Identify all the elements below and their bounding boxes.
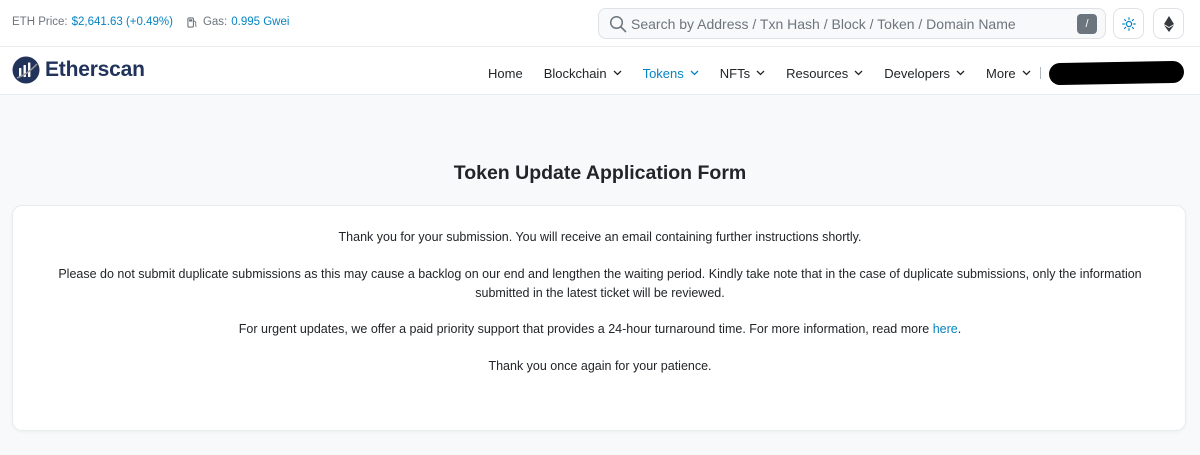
chevron-down-icon	[613, 70, 622, 76]
thank-you-message: Thank you once again for your patience.	[488, 359, 712, 373]
duplicate-warning-message: Please do not submit duplicate submissio…	[43, 265, 1157, 303]
eth-price-label: ETH Price:	[12, 16, 68, 28]
nav-item-label: Resources	[786, 65, 849, 81]
gas-stat: Gas: 0.995 Gwei	[187, 16, 289, 28]
theme-toggle-button[interactable]	[1113, 8, 1144, 39]
network-select-button[interactable]	[1153, 8, 1184, 39]
nav-item-label: Tokens	[642, 65, 684, 81]
chevron-down-icon	[690, 70, 699, 76]
priority-support-link[interactable]: here	[933, 322, 958, 336]
ethereum-icon	[1163, 15, 1174, 32]
page-title: Token Update Application Form	[453, 162, 747, 184]
gas-pump-icon	[187, 16, 197, 28]
etherscan-logo-icon	[12, 56, 40, 84]
duplicate-warning-line-2: submitted in the latest ticket will be r…	[475, 286, 725, 300]
nav-item-tokens[interactable]: Tokens	[643, 66, 699, 81]
chevron-down-icon	[756, 70, 765, 76]
logo-text: Etherscan	[45, 58, 145, 81]
search-shortcut-badge: /	[1077, 14, 1097, 34]
eth-price-value[interactable]: $2,641.63 (+0.49%)	[72, 16, 173, 28]
nav-item-label: Blockchain	[543, 65, 607, 81]
nav-item-developers[interactable]: Developers	[884, 66, 965, 81]
network-stats: ETH Price: $2,641.63 (+0.49%) Gas: 0.995…	[12, 16, 289, 28]
chevron-down-icon	[956, 70, 965, 76]
submission-confirmation-card: Thank you for your submission. You will …	[12, 205, 1186, 431]
nav-item-label: NFTs	[719, 65, 751, 81]
chevron-down-icon	[1022, 70, 1031, 76]
nav-item-more[interactable]: More	[986, 66, 1031, 81]
main-navbar: Etherscan Home Blockchain Tokens NFTs Re…	[0, 47, 1200, 95]
nav-item-home[interactable]: Home	[488, 66, 523, 81]
top-bar: ETH Price: $2,641.63 (+0.49%) Gas: 0.995…	[0, 0, 1200, 47]
nav-item-label: More	[986, 65, 1016, 81]
search-box[interactable]: /	[598, 8, 1106, 39]
search-icon	[609, 15, 627, 33]
nav-item-resources[interactable]: Resources	[786, 66, 863, 81]
redacted-account-area[interactable]	[1048, 60, 1184, 86]
gas-label: Gas:	[202, 16, 228, 28]
nav-item-label: Developers	[884, 65, 951, 81]
confirmation-message: Thank you for your submission. You will …	[338, 230, 862, 244]
nav-item-label: Home	[488, 65, 523, 81]
chevron-down-icon	[854, 70, 863, 76]
priority-support-text: For urgent updates, we offer a paid prio…	[238, 322, 930, 336]
duplicate-warning-line-1: Please do not submit duplicate submissio…	[58, 267, 1142, 281]
nav-menu: Home Blockchain Tokens NFTs Resources De…	[488, 60, 1184, 86]
etherscan-logo[interactable]: Etherscan	[12, 56, 145, 84]
nav-divider	[1039, 67, 1041, 79]
nav-item-nfts[interactable]: NFTs	[720, 66, 765, 81]
search-input[interactable]	[631, 12, 1071, 35]
priority-support-end: .	[957, 322, 962, 336]
gas-value[interactable]: 0.995 Gwei	[231, 16, 289, 28]
nav-item-blockchain[interactable]: Blockchain	[544, 66, 622, 81]
priority-support-message: For urgent updates, we offer a paid prio…	[43, 320, 1157, 339]
sun-icon	[1121, 16, 1136, 31]
